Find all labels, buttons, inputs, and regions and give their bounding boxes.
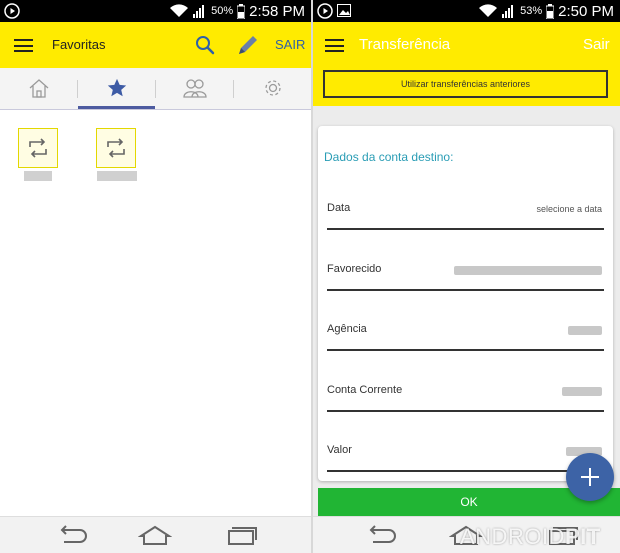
selected-tab-indicator — [78, 106, 155, 109]
recents-icon[interactable] — [224, 524, 258, 546]
wifi-icon — [479, 4, 498, 18]
transfer-icon — [29, 138, 47, 158]
system-nav-bar — [0, 516, 311, 553]
app-bar: Transferência Sair — [313, 22, 620, 68]
field-label: Favorecido — [327, 263, 382, 275]
clock: 2:50 PM — [558, 2, 614, 20]
plus-icon — [581, 468, 599, 486]
favorite-transfer-item[interactable] — [96, 128, 136, 168]
signal-icon — [502, 5, 514, 18]
image-notification-icon — [337, 4, 351, 17]
watermark-part-2: PIT — [564, 524, 601, 549]
redacted-value — [568, 326, 602, 335]
transfer-icon — [107, 138, 125, 158]
field-label: Agência — [327, 323, 367, 335]
star-icon — [107, 78, 126, 97]
page-title: Favoritas — [52, 37, 106, 52]
battery-icon — [237, 3, 246, 19]
amount-field[interactable]: Valor — [327, 438, 604, 472]
agency-field[interactable]: Agência — [327, 317, 604, 351]
battery-percentage: 53% — [520, 5, 543, 17]
date-field[interactable]: Data selecione a data — [327, 196, 604, 230]
search-icon[interactable] — [195, 35, 215, 55]
tab-bar — [0, 68, 311, 110]
home-nav-icon[interactable] — [138, 524, 172, 546]
androidpit-watermark: ANDROIDPIT — [460, 524, 601, 550]
status-bar: 53% 2:50 PM — [313, 0, 620, 22]
favorite-name-redacted — [24, 171, 52, 181]
left-screen: 50% 2:58 PM Favoritas SAIR — [0, 0, 311, 553]
favorite-transfer-item[interactable] — [18, 128, 58, 168]
transfer-form-card: Dados da conta destino: Data selecione a… — [318, 126, 613, 481]
logout-button[interactable]: SAIR — [275, 37, 305, 52]
redacted-value — [562, 387, 602, 396]
use-previous-transfers-button[interactable]: Utilizar transferências anteriores — [323, 70, 608, 98]
payee-field[interactable]: Favorecido — [327, 257, 604, 291]
reuse-transfer-bar: Utilizar transferências anteriores — [313, 68, 620, 106]
menu-icon[interactable] — [14, 39, 33, 52]
back-icon[interactable] — [363, 524, 397, 546]
tab-settings[interactable] — [234, 68, 311, 108]
people-icon — [182, 79, 207, 98]
clock: 2:58 PM — [249, 2, 305, 20]
back-icon[interactable] — [54, 524, 88, 546]
gear-icon — [264, 80, 281, 96]
play-notification-icon — [4, 3, 20, 19]
home-icon — [29, 79, 48, 98]
field-label: Data — [327, 202, 351, 214]
menu-icon[interactable] — [325, 39, 344, 52]
status-bar: 50% 2:58 PM — [0, 0, 311, 22]
favorite-name-redacted — [97, 171, 137, 181]
tab-home[interactable] — [0, 68, 77, 108]
add-fab-button[interactable] — [566, 453, 614, 501]
watermark-part-1: ANDROID — [460, 524, 565, 549]
tab-contacts[interactable] — [156, 68, 233, 108]
logout-button[interactable]: Sair — [583, 36, 610, 53]
wifi-icon — [170, 4, 189, 18]
edit-pencil-icon[interactable] — [236, 33, 260, 57]
redacted-value — [454, 266, 602, 275]
play-notification-icon — [317, 3, 333, 19]
battery-icon — [546, 3, 555, 19]
app-bar: Favoritas SAIR — [0, 22, 311, 68]
field-label: Valor — [327, 444, 352, 456]
form-title: Dados da conta destino: — [324, 150, 454, 164]
right-screen: 53% 2:50 PM Transferência Sair Utilizar … — [313, 0, 620, 553]
battery-percentage: 50% — [211, 5, 234, 17]
account-field[interactable]: Conta Corrente — [327, 378, 604, 412]
tab-favorites[interactable] — [78, 68, 155, 108]
page-title: Transferência — [359, 36, 451, 53]
date-placeholder: selecione a data — [536, 204, 602, 214]
field-label: Conta Corrente — [327, 384, 403, 396]
signal-icon — [193, 5, 205, 18]
